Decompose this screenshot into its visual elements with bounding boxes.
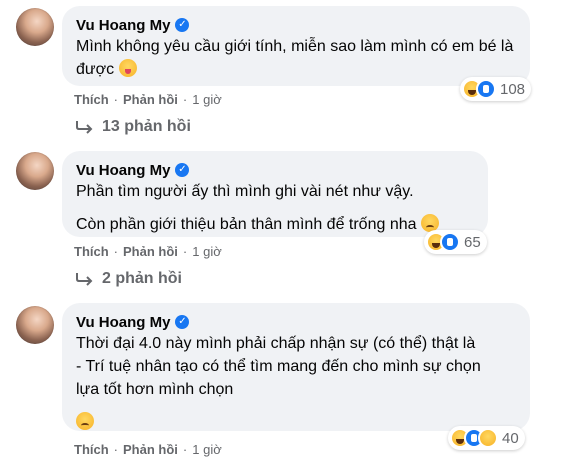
like-button[interactable]: Thích <box>74 92 109 107</box>
author-name[interactable]: Vu Hoang My <box>76 162 170 179</box>
like-button[interactable]: Thích <box>74 244 109 259</box>
comment-text: Phần tìm người ấy thì mình ghi vài nét n… <box>76 183 414 200</box>
reactions-summary[interactable]: 108 <box>460 77 532 101</box>
reply-arrow-icon <box>76 273 93 286</box>
comment-bubble: Vu Hoang My ✓ Phần tìm người ấy thì mình… <box>62 151 488 237</box>
reply-arrow-icon <box>76 121 93 134</box>
view-replies-link[interactable]: 2 phản hồi <box>76 270 182 288</box>
replies-count: 13 phản hồi <box>102 118 191 135</box>
avatar[interactable] <box>16 152 54 190</box>
timestamp[interactable]: 1 giờ <box>192 442 222 457</box>
separator: · <box>182 91 188 107</box>
timestamp[interactable]: 1 giờ <box>192 92 222 107</box>
reactions-summary[interactable]: 65 <box>424 230 487 254</box>
author-name[interactable]: Vu Hoang My <box>76 17 170 34</box>
separator: · <box>113 441 119 457</box>
separator: · <box>113 243 119 259</box>
grinning-squinting-tongue-emoji-icon <box>118 59 137 77</box>
replies-count: 2 phản hồi <box>102 270 182 287</box>
comment-actions: Thích · Phản hồi · 1 giờ <box>74 440 222 458</box>
avatar[interactable] <box>16 8 54 46</box>
comment-bubble: Vu Hoang My ✓ Mình không yêu cầu giới tí… <box>62 6 530 86</box>
comment-text: Thời đại 4.0 này mình phải chấp nhận sự … <box>76 335 476 352</box>
like-button[interactable]: Thích <box>74 442 109 457</box>
reply-button[interactable]: Phản hồi <box>123 442 178 457</box>
verified-badge-icon: ✓ <box>175 18 190 32</box>
reply-button[interactable]: Phản hồi <box>123 244 178 259</box>
view-replies-link[interactable]: 13 phản hồi <box>76 118 191 136</box>
like-reaction-icon <box>440 232 460 252</box>
comment-bubble: Vu Hoang My ✓ Thời đại 4.0 này mình phải… <box>62 303 530 431</box>
verified-badge-icon: ✓ <box>175 315 190 329</box>
like-reaction-icon <box>476 79 496 99</box>
timestamp[interactable]: 1 giờ <box>192 244 222 259</box>
reaction-count: 40 <box>502 429 519 447</box>
comment-text: Mình không yêu cầu giới tính, miễn sao l… <box>76 38 514 78</box>
reaction-count: 108 <box>500 80 526 98</box>
separator: · <box>182 243 188 259</box>
verified-badge-icon: ✓ <box>175 163 190 177</box>
comment-actions: Thích · Phản hồi · 1 giờ <box>74 90 222 108</box>
reply-button[interactable]: Phản hồi <box>123 92 178 107</box>
comment-actions: Thích · Phản hồi · 1 giờ <box>74 242 222 260</box>
avatar[interactable] <box>16 306 54 344</box>
author-name[interactable]: Vu Hoang My <box>76 314 170 331</box>
separator: · <box>182 441 188 457</box>
reactions-summary[interactable]: 40 <box>448 426 525 450</box>
comment-text: Còn phần giới thiệu bản thân mình để trố… <box>76 216 417 233</box>
comment-text: - Trí tuệ nhân tạo có thể tìm mang đến c… <box>76 358 481 375</box>
sad-reaction-icon <box>478 428 498 448</box>
reaction-count: 65 <box>464 233 481 251</box>
separator: · <box>113 91 119 107</box>
comment-text: lựa tốt hơn mình chọn <box>76 381 234 398</box>
comment-thread: Vu Hoang My ✓ Mình không yêu cầu giới tí… <box>0 0 580 464</box>
crying-emoji-icon <box>76 412 94 430</box>
